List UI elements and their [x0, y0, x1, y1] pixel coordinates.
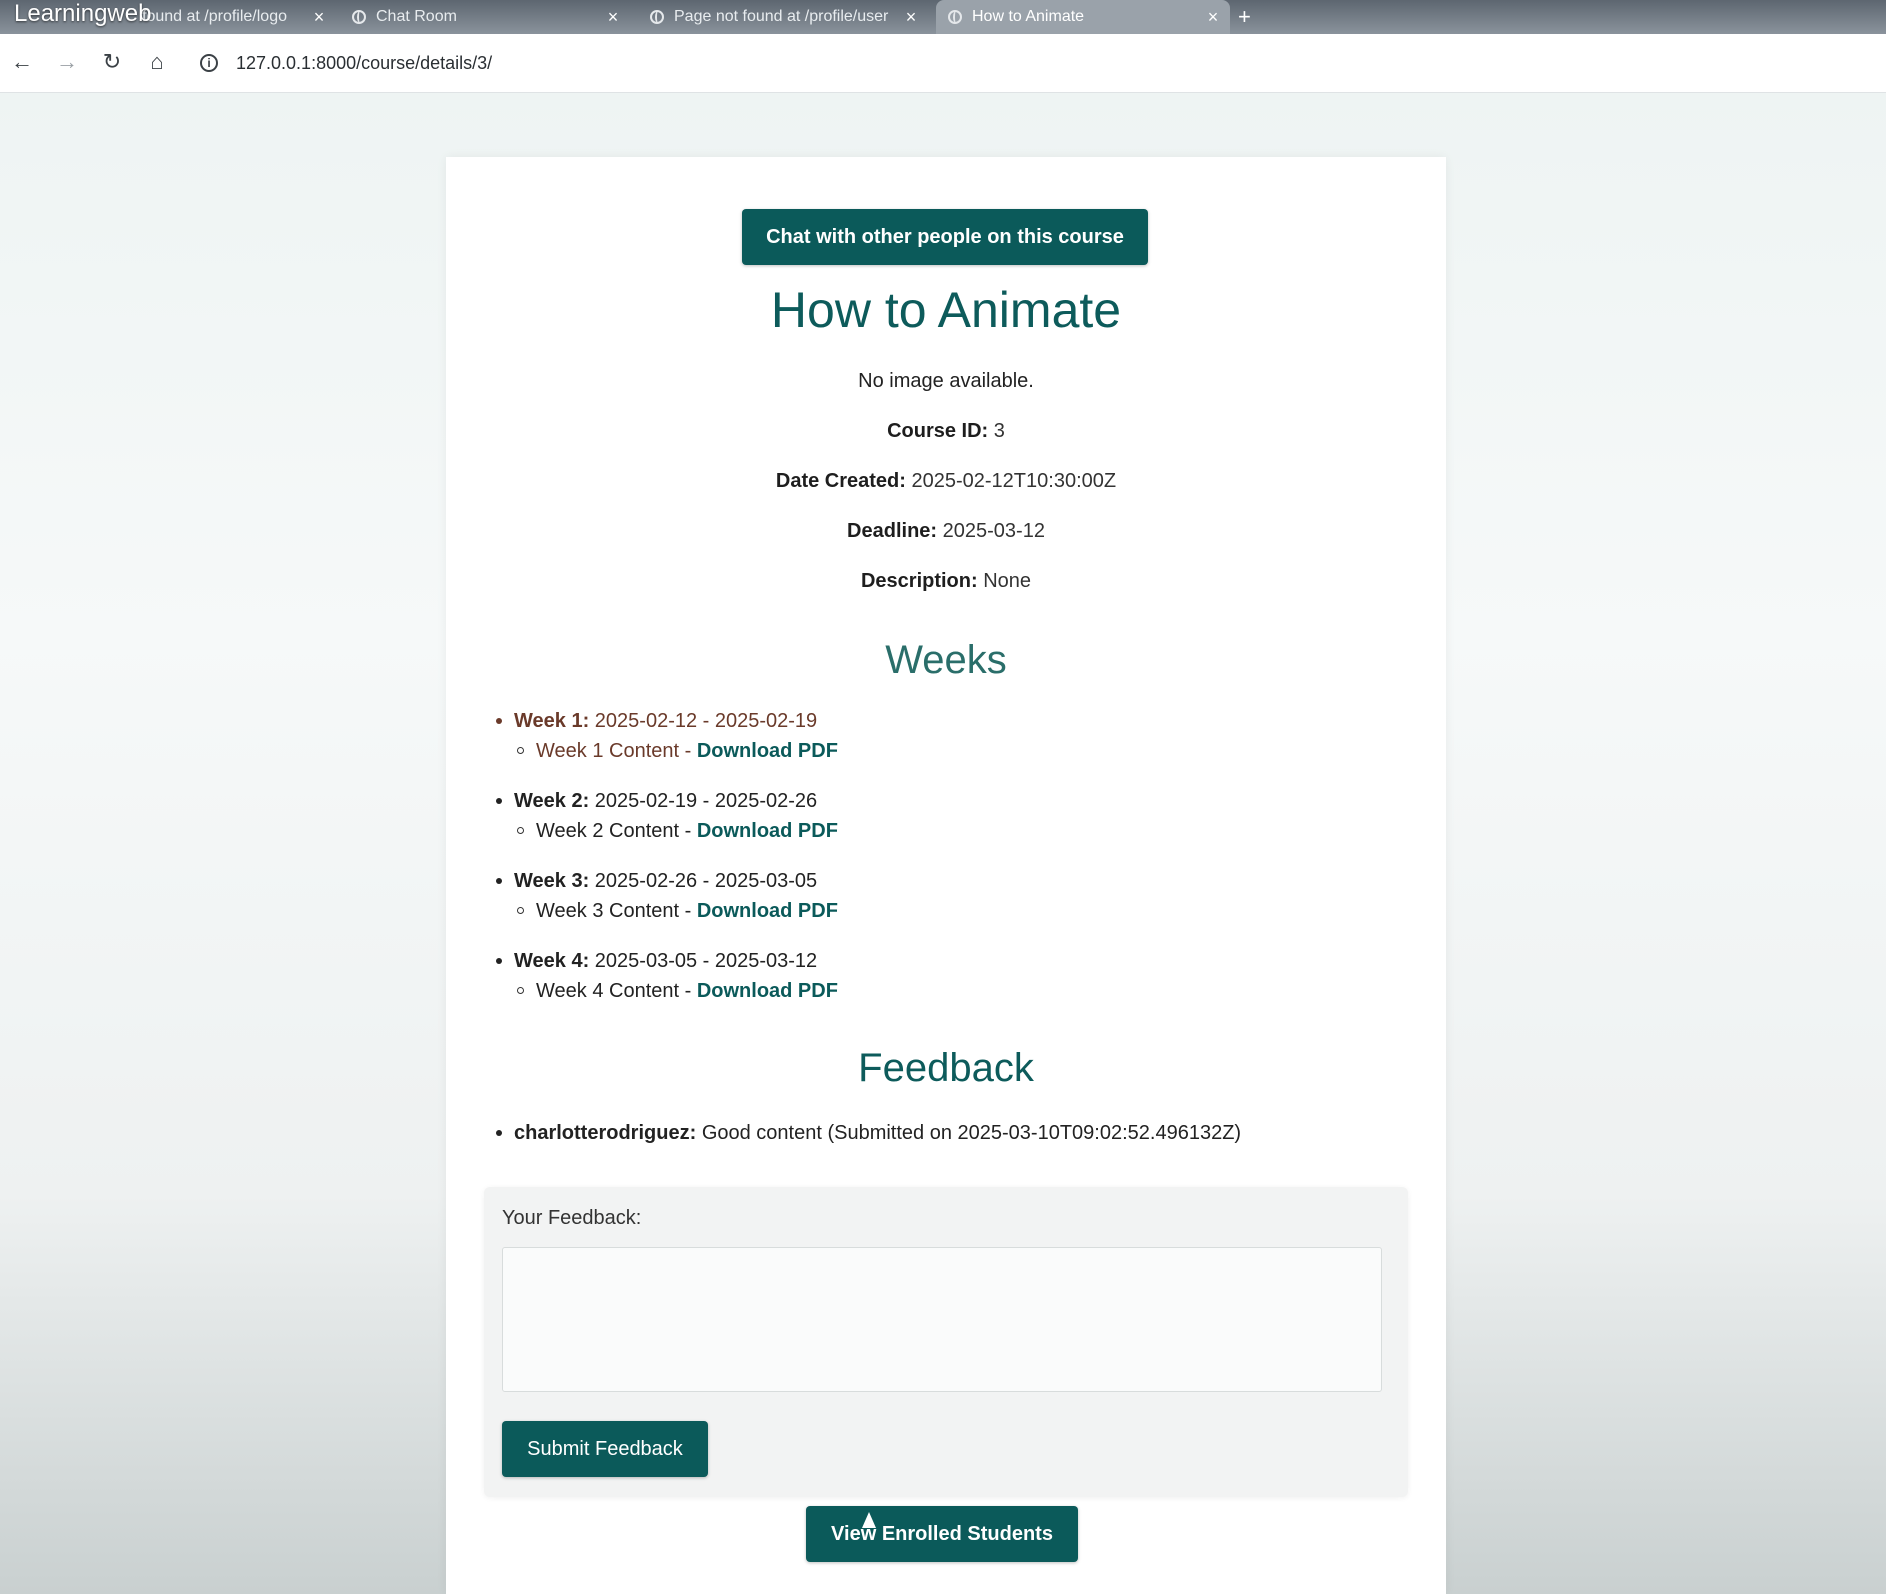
- feedback-text-row: charlotterodriguez: Good content (Submit…: [514, 1119, 1241, 1147]
- tab-profile-logo[interactable]: found at /profile/logo ×: [120, 0, 336, 34]
- feedback-textarea[interactable]: [502, 1247, 1382, 1392]
- course-id-value: 3: [993, 420, 1005, 442]
- tab-strip: Learningweb found at /profile/logo × Cha…: [0, 0, 1886, 34]
- pointer-cursor-icon: [862, 1512, 876, 1528]
- week-item: Week 3: 2025-02-26 - 2025-03-05 Week 3 C…: [496, 867, 1396, 947]
- feedback-user: charlotterodriguez:: [514, 1122, 697, 1144]
- course-title: How to Animate: [770, 282, 1122, 338]
- tab-title: found at /profile/logo: [142, 8, 287, 25]
- week-item: Week 4: 2025-03-05 - 2025-03-12 Week 4 C…: [496, 947, 1396, 1027]
- sub-bullet: [517, 987, 524, 994]
- forward-icon[interactable]: →: [53, 48, 81, 76]
- deadline-row: Deadline: 2025-03-12: [446, 517, 1446, 545]
- download-pdf-link[interactable]: Download PDF: [697, 740, 838, 762]
- week-line: Week 1: 2025-02-12 - 2025-02-19: [514, 707, 817, 735]
- deadline-value: 2025-03-12: [942, 520, 1045, 542]
- week-content-text: Week 3 Content -: [536, 900, 697, 922]
- back-icon[interactable]: ←: [8, 48, 36, 76]
- week-label: Week 2:: [514, 790, 590, 812]
- sub-bullet: [517, 747, 524, 754]
- week-content: Week 4 Content - Download PDF: [517, 977, 838, 1005]
- tab-chat-room[interactable]: Chat Room ×: [340, 0, 630, 34]
- new-tab-icon[interactable]: +: [1238, 0, 1251, 34]
- bullet: [496, 878, 502, 884]
- description-label: Description:: [860, 570, 978, 592]
- description-row: Description: None: [446, 567, 1446, 595]
- image-note: No image available.: [858, 370, 1034, 392]
- chat-button[interactable]: Chat with other people on this course: [742, 209, 1148, 265]
- close-icon[interactable]: ×: [302, 7, 336, 28]
- url-field[interactable]: 127.0.0.1:8000/course/details/3/: [236, 50, 492, 76]
- feedback-heading: Feedback: [858, 1046, 1034, 1090]
- bullet: [496, 958, 502, 964]
- date-created-value: 2025-02-12T10:30:00Z: [911, 470, 1117, 492]
- week-line: Week 3: 2025-02-26 - 2025-03-05: [514, 867, 817, 895]
- course-card: Chat with other people on this course Ho…: [446, 157, 1446, 1594]
- date-created-label: Date Created:: [775, 470, 906, 492]
- week-content-text: Week 1 Content -: [536, 740, 697, 762]
- globe-icon: [650, 10, 664, 24]
- tab-title: How to Animate: [972, 8, 1085, 25]
- bullet: [496, 1130, 502, 1136]
- tab-page-not-found[interactable]: Page not found at /profile/user ×: [638, 0, 928, 34]
- week-label: Week 4:: [514, 950, 590, 972]
- weeks-list: Week 1: 2025-02-12 - 2025-02-19 Week 1 C…: [496, 707, 1396, 1027]
- close-icon[interactable]: ×: [596, 7, 630, 28]
- view-enrolled-students-button[interactable]: View Enrolled Students: [806, 1506, 1078, 1562]
- tab-title: Page not found at /profile/user: [674, 8, 889, 25]
- tab-title: Chat Room: [376, 8, 457, 25]
- week-content-text: Week 4 Content -: [536, 980, 697, 1002]
- close-icon[interactable]: ×: [894, 7, 928, 28]
- week-range: 2025-03-05 - 2025-03-12: [594, 950, 818, 972]
- week-range: 2025-02-19 - 2025-02-26: [594, 790, 818, 812]
- course-id-row: Course ID: 3: [446, 417, 1446, 445]
- feedback-label: Your Feedback:: [502, 1207, 642, 1229]
- reload-icon[interactable]: ↻: [98, 48, 126, 76]
- week-range: 2025-02-12 - 2025-02-19: [594, 710, 818, 732]
- deadline-label: Deadline:: [847, 520, 938, 542]
- globe-icon: [352, 10, 366, 24]
- brand-overlay: Learningweb: [14, 0, 152, 27]
- download-pdf-link[interactable]: Download PDF: [697, 980, 838, 1002]
- weeks-heading: Weeks: [885, 638, 1007, 682]
- week-label: Week 1:: [514, 710, 590, 732]
- week-content: Week 3 Content - Download PDF: [517, 897, 838, 925]
- bullet: [496, 718, 502, 724]
- download-pdf-link[interactable]: Download PDF: [697, 820, 838, 842]
- feedback-text: Good content (Submitted on 2025-03-10T09…: [701, 1122, 1242, 1144]
- week-label: Week 3:: [514, 870, 590, 892]
- week-line: Week 2: 2025-02-19 - 2025-02-26: [514, 787, 817, 815]
- feedback-form: Your Feedback: Submit Feedback: [484, 1187, 1408, 1497]
- tab-how-to-animate[interactable]: How to Animate ×: [936, 0, 1230, 34]
- download-pdf-link[interactable]: Download PDF: [697, 900, 838, 922]
- home-icon[interactable]: ⌂: [143, 48, 171, 76]
- week-item: Week 2: 2025-02-19 - 2025-02-26 Week 2 C…: [496, 787, 1396, 867]
- week-content: Week 2 Content - Download PDF: [517, 817, 838, 845]
- week-item: Week 1: 2025-02-12 - 2025-02-19 Week 1 C…: [496, 707, 1396, 787]
- description-value: None: [983, 570, 1032, 592]
- sub-bullet: [517, 907, 524, 914]
- site-info-icon[interactable]: i: [200, 54, 218, 72]
- course-id-label: Course ID:: [887, 420, 989, 442]
- week-range: 2025-02-26 - 2025-03-05: [594, 870, 818, 892]
- sub-bullet: [517, 827, 524, 834]
- week-content: Week 1 Content - Download PDF: [517, 737, 838, 765]
- week-content-text: Week 2 Content -: [536, 820, 697, 842]
- close-icon[interactable]: ×: [1196, 7, 1230, 28]
- globe-icon: [948, 10, 962, 24]
- week-line: Week 4: 2025-03-05 - 2025-03-12: [514, 947, 817, 975]
- bullet: [496, 798, 502, 804]
- submit-feedback-button[interactable]: Submit Feedback: [502, 1421, 708, 1477]
- address-bar: ← → ↻ ⌂ i 127.0.0.1:8000/course/details/…: [0, 34, 1886, 93]
- date-created-row: Date Created: 2025-02-12T10:30:00Z: [446, 467, 1446, 495]
